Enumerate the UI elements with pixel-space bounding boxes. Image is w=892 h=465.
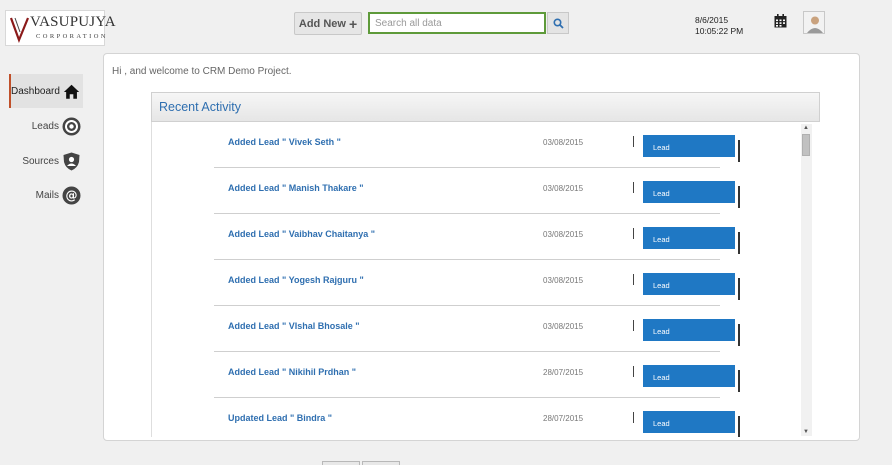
sidebar-item-mails[interactable]: Mails @	[9, 185, 81, 205]
svg-text:@: @	[66, 188, 78, 202]
logo-subtitle: CORPORATION	[36, 33, 108, 40]
scroll-thumb[interactable]	[802, 134, 810, 156]
activity-row: Added Lead " Nikihil Prdhan " 28/07/2015…	[214, 352, 740, 398]
recent-activity-header: Recent Activity	[151, 92, 820, 122]
home-icon	[63, 84, 80, 99]
activity-tag[interactable]: Lead	[643, 227, 740, 254]
activity-tag[interactable]: Lead	[643, 273, 740, 300]
sidebar-item-label: Mails	[35, 189, 59, 201]
activity-date: 03/08/2015	[543, 138, 584, 147]
target-icon	[62, 117, 81, 135]
timeline-divider	[633, 274, 634, 285]
timeline-divider	[633, 412, 634, 423]
logo-v-icon	[9, 17, 30, 44]
activity-tag[interactable]: Lead	[643, 411, 740, 437]
timeline-divider	[633, 320, 634, 331]
activity-date: 03/08/2015	[543, 230, 584, 239]
activity-title[interactable]: Updated Lead " Bindra "	[228, 413, 332, 423]
timeline-divider	[633, 182, 634, 193]
current-date: 8/6/2015	[695, 15, 729, 25]
activity-row: Added Lead " Vaibhav Chaitanya " 03/08/2…	[214, 214, 740, 260]
calendar-icon[interactable]	[774, 14, 787, 28]
timeline-divider	[633, 366, 634, 377]
activity-title[interactable]: Added Lead " Yogesh Rajguru "	[228, 275, 364, 285]
timeline-divider	[633, 136, 634, 147]
activity-tag[interactable]: Lead	[643, 365, 740, 392]
scroll-down-arrow-icon[interactable]: ▼	[803, 429, 809, 435]
logo-name: VASUPUJYA	[30, 14, 116, 30]
timeline-divider	[633, 228, 634, 239]
activity-row: Added Lead " Manish Thakare " 03/08/2015…	[214, 168, 740, 214]
activity-date: 03/08/2015	[543, 184, 584, 193]
activity-tag[interactable]: Lead	[643, 181, 740, 208]
activity-row: Updated Lead " Bindra " 28/07/2015 Lead	[214, 398, 740, 437]
user-icon	[804, 12, 824, 33]
user-avatar[interactable]	[803, 11, 825, 34]
activity-title[interactable]: Added Lead " Nikihil Prdhan "	[228, 367, 356, 377]
activity-tag[interactable]: Lead	[643, 135, 740, 162]
bottom-tab[interactable]	[322, 461, 360, 465]
add-new-label: Add New	[298, 17, 346, 30]
activity-date: 03/08/2015	[543, 322, 584, 331]
search-icon	[552, 17, 564, 29]
add-new-button[interactable]: Add New +	[294, 12, 362, 35]
current-datetime: 8/6/2015 10:05:22 PM	[695, 15, 743, 37]
panel-title: Recent Activity	[159, 100, 241, 114]
activity-title[interactable]: Added Lead " Vivek Seth "	[228, 137, 341, 147]
activity-title[interactable]: Added Lead " Manish Thakare "	[228, 183, 364, 193]
activity-date: 03/08/2015	[543, 276, 584, 285]
activity-title[interactable]: Added Lead " VIshal Bhosale "	[228, 321, 360, 331]
sidebar-item-leads[interactable]: Leads	[9, 116, 81, 136]
company-logo: VASUPUJYA CORPORATION	[5, 10, 116, 46]
activity-date: 28/07/2015	[543, 414, 584, 423]
shield-user-icon	[63, 152, 80, 170]
activity-list: Added Lead " Vivek Seth " 03/08/2015 Lea…	[151, 122, 820, 437]
sidebar-item-sources[interactable]: Sources	[9, 151, 81, 171]
bottom-tab[interactable]	[362, 461, 400, 465]
activity-scrollbar[interactable]: ▲ ▼	[801, 124, 812, 436]
activity-date: 28/07/2015	[543, 368, 584, 377]
welcome-message: Hi , and welcome to CRM Demo Project.	[112, 66, 292, 77]
scroll-up-arrow-icon[interactable]: ▲	[803, 125, 809, 131]
search-input[interactable]	[368, 12, 546, 34]
sidebar-item-label: Dashboard	[11, 85, 60, 97]
activity-row: Added Lead " Yogesh Rajguru " 03/08/2015…	[214, 260, 740, 306]
sidebar-item-dashboard[interactable]: Dashboard	[9, 74, 83, 108]
activity-tag[interactable]: Lead	[643, 319, 740, 346]
activity-title[interactable]: Added Lead " Vaibhav Chaitanya "	[228, 229, 375, 239]
at-sign-icon: @	[62, 186, 81, 204]
plus-icon: +	[348, 15, 358, 32]
activity-row: Added Lead " Vivek Seth " 03/08/2015 Lea…	[214, 122, 740, 168]
search-button[interactable]	[547, 12, 569, 34]
activity-row: Added Lead " VIshal Bhosale " 03/08/2015…	[214, 306, 740, 352]
sidebar-item-label: Sources	[22, 155, 59, 167]
current-time: 10:05:22 PM	[695, 26, 744, 36]
sidebar-item-label: Leads	[31, 120, 59, 132]
main-content-card: Hi , and welcome to CRM Demo Project. Re…	[103, 53, 860, 441]
